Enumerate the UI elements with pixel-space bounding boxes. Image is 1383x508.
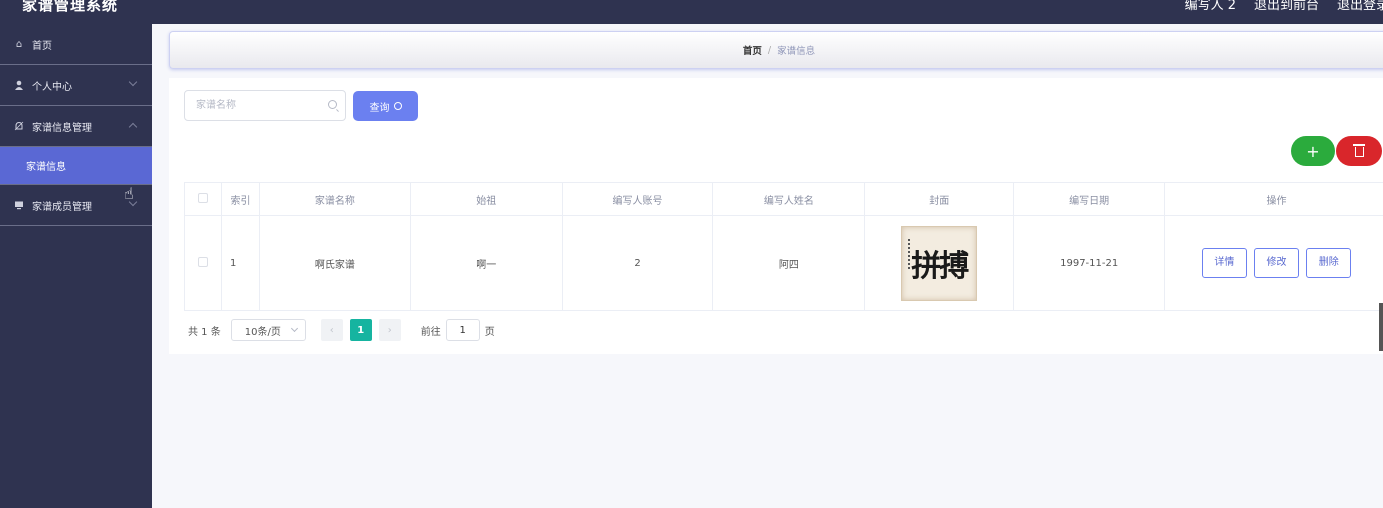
breadcrumb: 首页 / 家谱信息 xyxy=(169,31,1383,69)
page-number-button[interactable]: 1 xyxy=(349,319,372,341)
top-bar: 家谱管理系统 编写人 2 退出到前台 退出登录 xyxy=(0,0,1383,24)
goto-page-input[interactable] xyxy=(445,319,480,341)
cover-inscription xyxy=(908,238,911,269)
column-header: 编写日期 xyxy=(1013,182,1166,216)
app-title: 家谱管理系统 xyxy=(22,0,119,14)
row-checkbox[interactable] xyxy=(197,256,208,267)
row-select-cell xyxy=(184,215,222,311)
select-all-cell xyxy=(184,182,222,216)
query-button[interactable]: 查询 xyxy=(353,91,418,121)
detail-button[interactable]: 详情 xyxy=(1201,248,1247,278)
cell-actions: 详情 修改 删除 xyxy=(1164,215,1383,311)
pagination: 共 1 条 10条/页 ‹ 1 › 前往 页 xyxy=(188,319,495,341)
column-header: 始祖 xyxy=(409,182,563,216)
next-page-button[interactable]: › xyxy=(378,319,401,341)
genealogy-table: 索引 家谱名称 始祖 编写人账号 编写人姓名 封面 编写日期 操作 1 啊氏家谱… xyxy=(184,182,1383,311)
edit-button[interactable]: 修改 xyxy=(1254,248,1300,278)
prev-page-button[interactable]: ‹ xyxy=(320,319,343,341)
pagination-total: 共 1 条 xyxy=(188,326,221,338)
hand-cursor-icon: ☝ xyxy=(124,184,134,203)
breadcrumb-current: 家谱信息 xyxy=(777,46,816,57)
column-header: 编写人账号 xyxy=(561,182,714,216)
cell-ancestor: 啊一 xyxy=(409,215,563,311)
chevron-down-icon xyxy=(290,324,298,333)
select-all-checkbox[interactable] xyxy=(197,192,208,203)
column-header: 封面 xyxy=(864,182,1015,216)
sidebar-item-label: 家谱成员管理 xyxy=(32,201,92,213)
cell-name: 啊氏家谱 xyxy=(258,215,411,311)
sidebar-item-label: 个人中心 xyxy=(32,81,72,93)
column-header: 操作 xyxy=(1164,182,1383,216)
column-header: 索引 xyxy=(220,182,260,216)
cover-calligraphy: 拼搏 xyxy=(911,249,969,284)
logout-link[interactable]: 退出登录 xyxy=(1337,0,1383,13)
sidebar-subitem-label: 家谱信息 xyxy=(26,162,66,173)
search-box xyxy=(184,90,346,121)
search-icon xyxy=(393,102,402,110)
sidebar-item-label: 家谱信息管理 xyxy=(32,122,92,134)
bell-icon xyxy=(14,121,24,131)
column-header: 家谱名称 xyxy=(258,182,411,216)
delete-button[interactable]: 删除 xyxy=(1306,248,1352,278)
scrollbar-thumb[interactable] xyxy=(1379,303,1383,351)
cell-author: 阿四 xyxy=(712,215,866,311)
sidebar-item-genealogy-management[interactable]: 家谱信息管理 xyxy=(0,106,152,147)
column-header: 编写人姓名 xyxy=(712,182,866,216)
cell-date: 1997-11-21 xyxy=(1013,215,1166,311)
cover-image: 拼搏 xyxy=(901,225,978,301)
back-to-frontend-link[interactable]: 退出到前台 xyxy=(1254,0,1319,13)
top-links: 编写人 2 退出到前台 退出登录 xyxy=(1185,0,1383,13)
query-button-label: 查询 xyxy=(369,102,390,114)
goto-label: 前往 xyxy=(420,326,441,338)
page-size-select[interactable]: 10条/页 xyxy=(230,319,306,341)
sidebar-item-profile[interactable]: 个人中心 xyxy=(0,65,152,106)
breadcrumb-separator: / xyxy=(767,44,772,56)
trash-icon xyxy=(1352,144,1365,157)
sidebar-subitem-genealogy-info[interactable]: 家谱信息 xyxy=(0,147,152,185)
monitor-icon xyxy=(14,200,24,210)
breadcrumb-home[interactable]: 首页 xyxy=(743,43,762,57)
search-input[interactable] xyxy=(196,91,326,120)
search-icon xyxy=(328,100,337,109)
table-header-row: 索引 家谱名称 始祖 编写人账号 编写人姓名 封面 编写日期 操作 xyxy=(184,182,1383,216)
content-panel: 查询 + 索引 家谱名称 始祖 编写人账号 编写人姓名 封面 编写日期 操作 xyxy=(169,78,1383,354)
cell-cover: 拼搏 xyxy=(864,215,1015,311)
chevron-down-icon xyxy=(128,77,138,87)
table-row: 1 啊氏家谱 啊一 2 阿四 拼搏 1997-11-21 详情 修改 删除 xyxy=(184,215,1383,311)
page-size-value: 10条/页 xyxy=(244,326,281,338)
cell-account: 2 xyxy=(561,215,714,311)
batch-delete-button[interactable] xyxy=(1336,136,1382,166)
chevron-up-icon xyxy=(128,122,138,132)
current-user-label: 编写人 2 xyxy=(1184,0,1236,13)
page-unit-label: 页 xyxy=(484,326,495,338)
sidebar-item-label: 首页 xyxy=(32,40,52,52)
home-icon: ⌂ xyxy=(15,38,23,50)
sidebar-item-home[interactable]: ⌂ 首页 xyxy=(0,24,152,65)
cell-index: 1 xyxy=(220,215,260,311)
add-button[interactable]: + xyxy=(1291,136,1335,166)
sidebar: ⌂ 首页 个人中心 家谱信息管理 家谱信息 家谱成员管理 xyxy=(0,24,152,508)
user-icon xyxy=(14,80,24,90)
